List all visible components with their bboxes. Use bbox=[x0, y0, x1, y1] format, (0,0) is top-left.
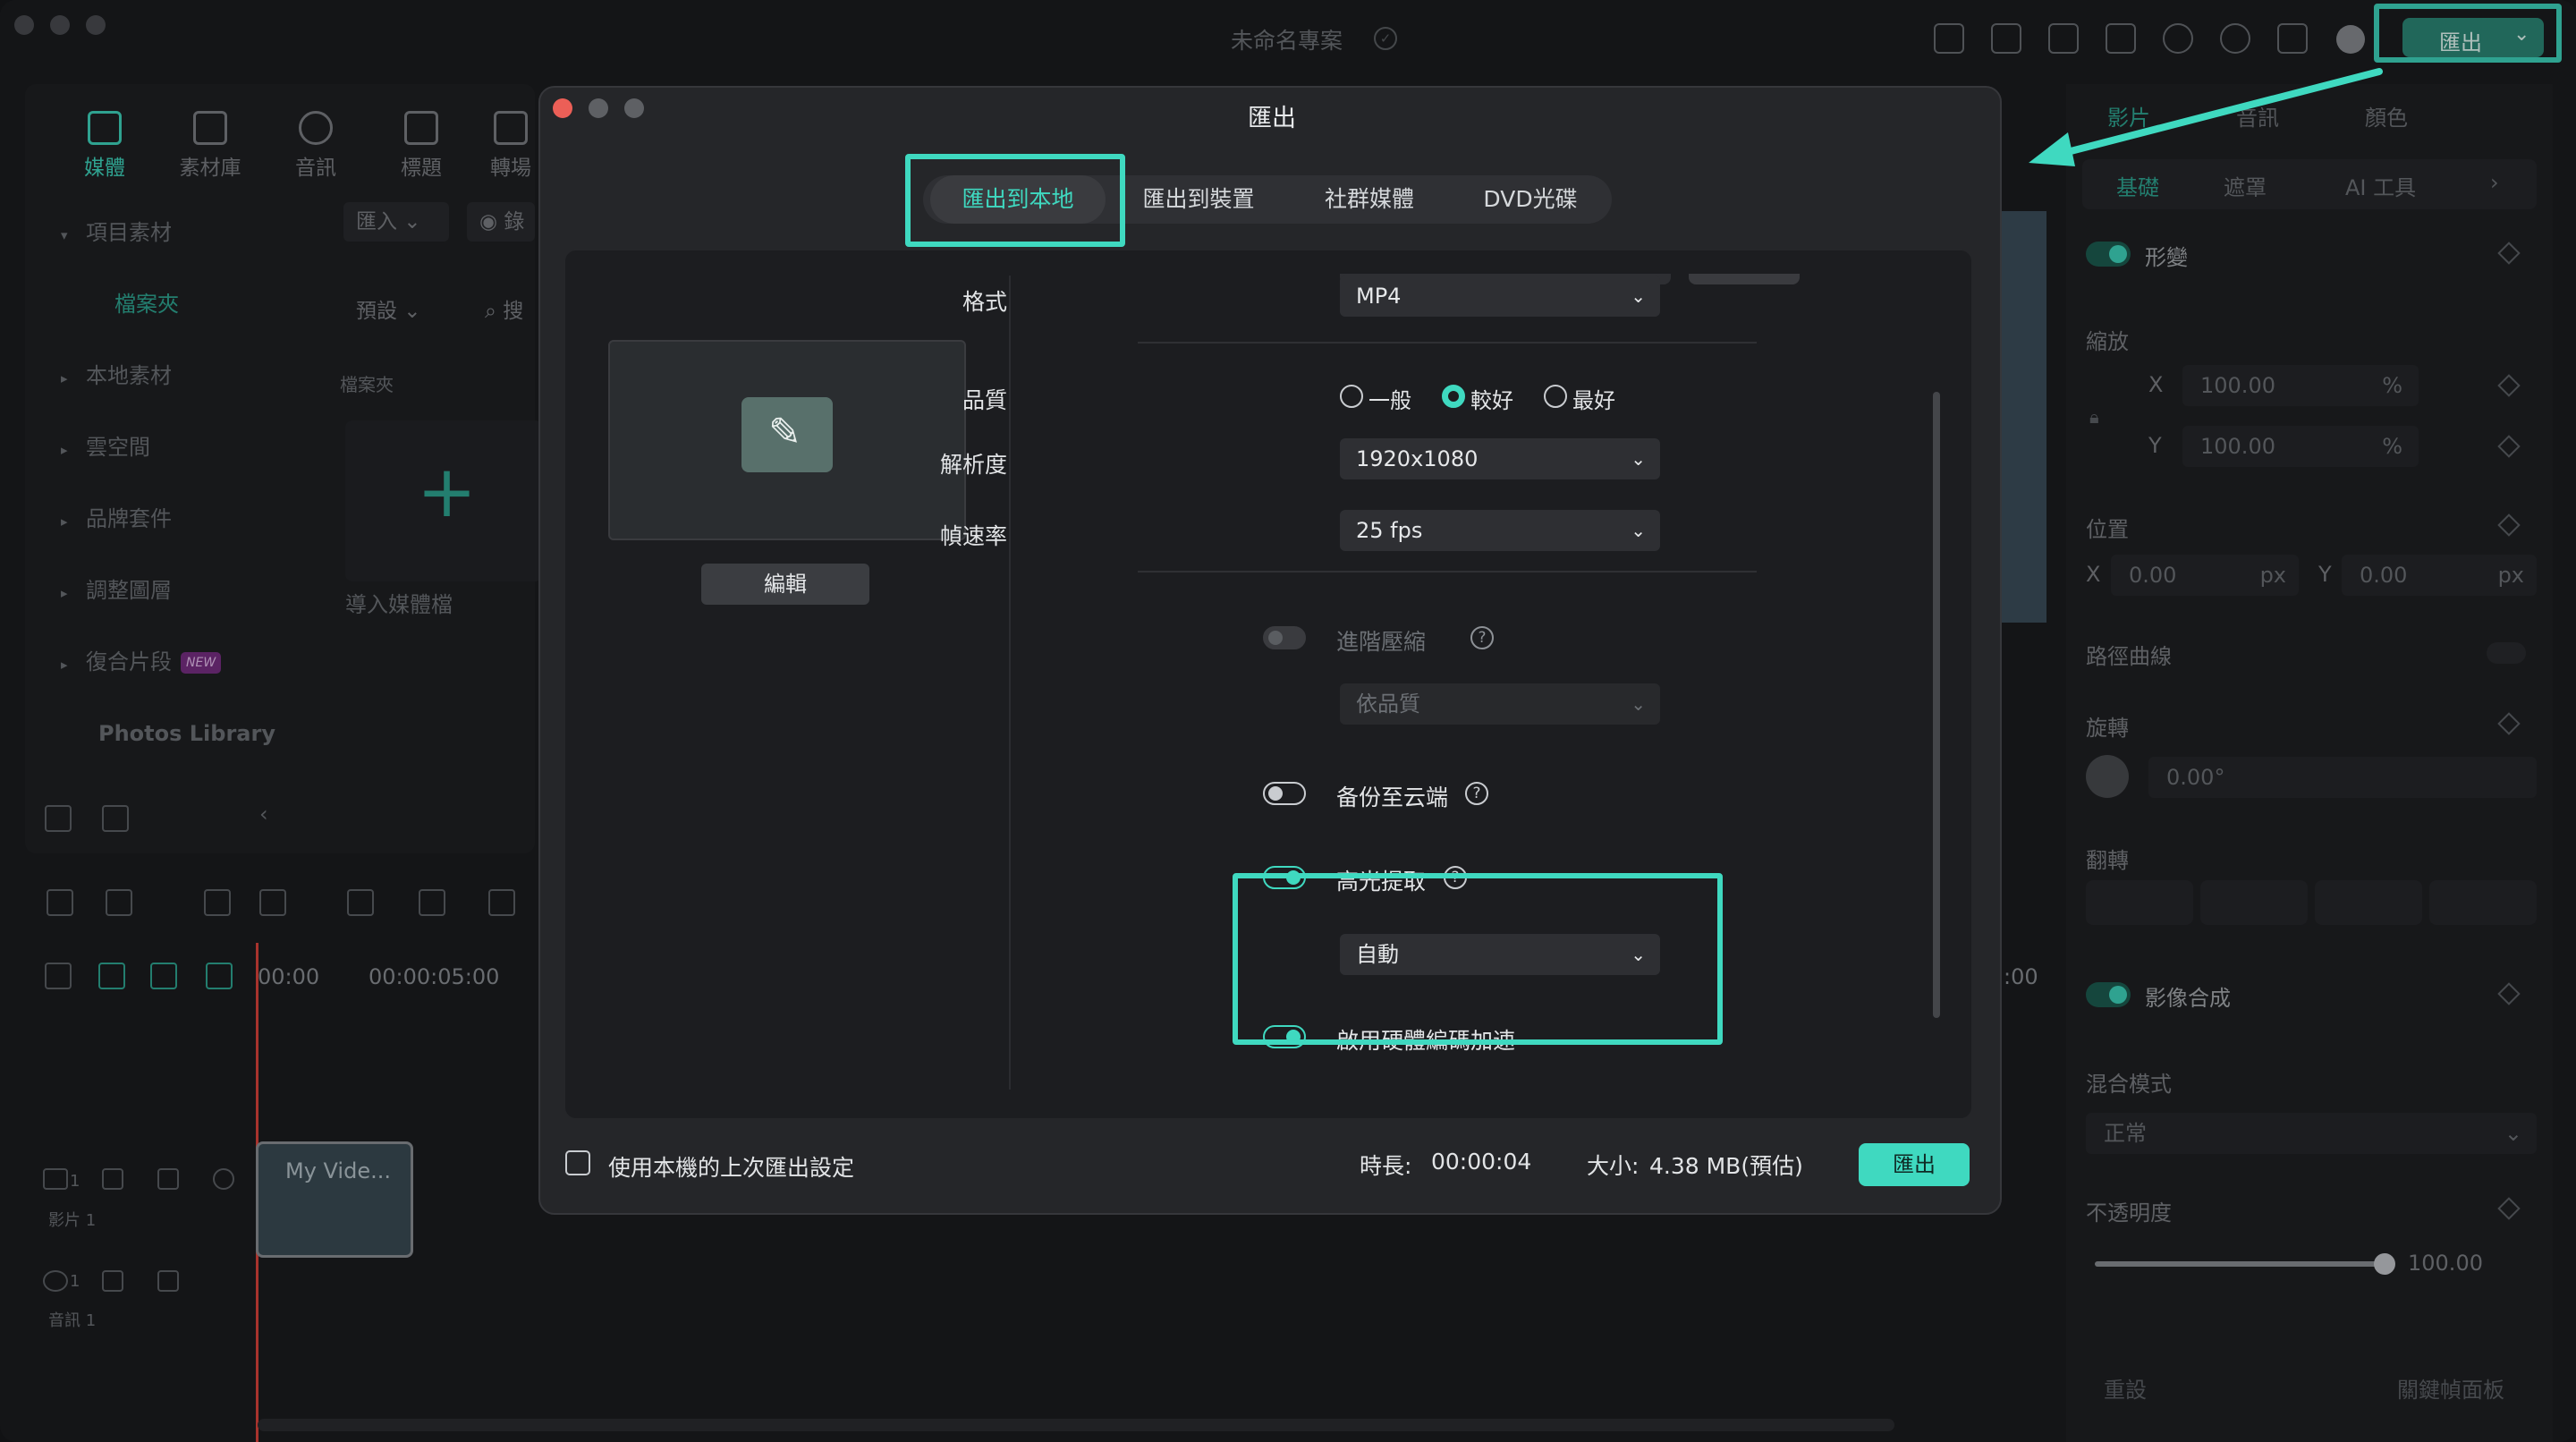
clipped-button-above bbox=[1689, 274, 1800, 284]
quality-radio-best[interactable] bbox=[1544, 385, 1567, 408]
tab-export-dvd[interactable]: DVD光碟 bbox=[1454, 175, 1606, 224]
pen-icon: ✎ bbox=[768, 410, 801, 455]
dialog-export-button[interactable]: 匯出 bbox=[1859, 1143, 1970, 1186]
highlight-box-highlight-extract bbox=[1233, 873, 1723, 1045]
chevron-down-icon: ⌄ bbox=[1631, 285, 1646, 307]
vertical-divider bbox=[1009, 276, 1011, 1090]
use-last-settings-checkbox[interactable] bbox=[565, 1150, 590, 1175]
export-dialog: 匯出 匯出到本地 匯出到裝置 社群媒體 DVD光碟 ✎ 編輯 格式 MP4 ⌄ 品… bbox=[538, 86, 2002, 1215]
tab-export-social[interactable]: 社群媒體 bbox=[1293, 175, 1445, 224]
app-window: 未命名專案 ✓ 匯出 ⌄ 媒體 素材庫 音訊 標題 轉場 ▾ 項目素材 檔案夾 … bbox=[0, 0, 2576, 1442]
size-value: 4.38 MB(預估) bbox=[1649, 1153, 1803, 1179]
highlight-box-export-local bbox=[905, 154, 1125, 247]
advanced-compress-label: 進階壓縮 bbox=[1336, 629, 1427, 655]
annotation-arrow bbox=[2029, 68, 2383, 166]
help-icon[interactable]: ? bbox=[1470, 626, 1494, 649]
use-last-settings-label: 使用本機的上次匯出設定 bbox=[608, 1155, 855, 1181]
settings-scrollbar[interactable] bbox=[1933, 392, 1940, 1018]
format-dropdown[interactable]: MP4 ⌄ bbox=[1340, 276, 1660, 317]
tab-export-device[interactable]: 匯出到裝置 bbox=[1114, 175, 1283, 224]
format-label: 格式 bbox=[962, 289, 1007, 315]
annotation-arrow-line bbox=[2036, 68, 2383, 163]
divider bbox=[1138, 571, 1757, 573]
cloud-backup-label: 备份至云端 bbox=[1336, 785, 1449, 810]
fps-label: 幀速率 bbox=[939, 523, 1007, 549]
compress-mode-dropdown[interactable]: 依品質 ⌄ bbox=[1340, 683, 1660, 725]
resolution-dropdown[interactable]: 1920x1080 ⌄ bbox=[1340, 438, 1660, 479]
thumbnail-image: ✎ bbox=[741, 397, 833, 472]
quality-radio-better[interactable] bbox=[1442, 385, 1465, 408]
edit-button[interactable]: 編輯 bbox=[701, 564, 869, 605]
duration-label: 時長: bbox=[1360, 1153, 1412, 1179]
help-icon[interactable]: ? bbox=[1465, 782, 1488, 805]
cloud-backup-toggle[interactable] bbox=[1263, 782, 1306, 805]
chevron-down-icon: ⌄ bbox=[1631, 520, 1646, 541]
export-thumbnail: ✎ bbox=[608, 340, 966, 540]
annotation-arrow-head bbox=[2029, 132, 2075, 166]
resolution-label: 解析度 bbox=[939, 452, 1007, 478]
quality-normal-label: 一般 bbox=[1368, 388, 1411, 413]
duration-value: 00:00:04 bbox=[1431, 1149, 1532, 1175]
chevron-down-icon: ⌄ bbox=[1631, 448, 1646, 470]
quality-best-label: 最好 bbox=[1572, 388, 1615, 413]
fps-dropdown[interactable]: 25 fps ⌄ bbox=[1340, 510, 1660, 551]
quality-radio-normal[interactable] bbox=[1340, 385, 1363, 408]
advanced-compress-toggle[interactable] bbox=[1263, 626, 1306, 649]
quality-better-label: 較好 bbox=[1470, 388, 1513, 413]
divider bbox=[1138, 342, 1757, 344]
dialog-title: 匯出 bbox=[1248, 105, 1296, 132]
chevron-down-icon: ⌄ bbox=[1631, 693, 1646, 715]
size-label: 大小: bbox=[1587, 1153, 1640, 1179]
quality-label: 品質 bbox=[962, 387, 1007, 413]
